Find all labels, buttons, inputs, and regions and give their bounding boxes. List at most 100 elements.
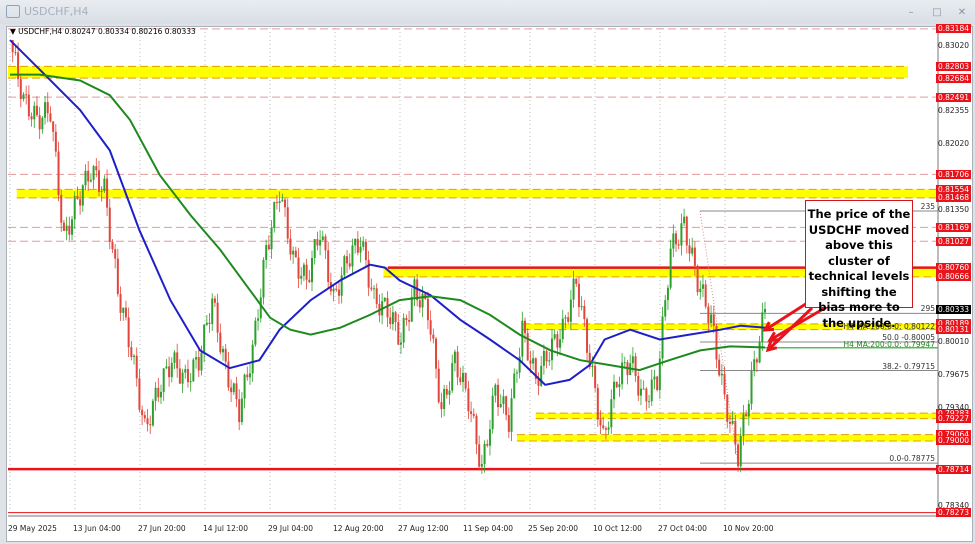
ohlc-readout: USDCHF,H4 0.80247 0.80334 0.80216 0.8033… (18, 27, 196, 36)
candle (745, 414, 747, 416)
candle (481, 464, 483, 467)
candle (44, 102, 46, 118)
candle (192, 360, 194, 382)
candle (227, 362, 229, 388)
candle (68, 226, 70, 235)
candle (74, 196, 76, 219)
candle (753, 359, 755, 371)
candle (130, 347, 132, 357)
candle (400, 342, 402, 344)
candle (729, 422, 731, 424)
candle (751, 371, 753, 404)
price-tick-label: 0.80010 (936, 337, 971, 346)
candle (494, 385, 496, 396)
candle (707, 307, 709, 323)
price-level-label: 0.80131 (936, 325, 971, 334)
candle (125, 308, 127, 318)
price-level-label: 0.79000 (936, 436, 971, 445)
candle (734, 421, 736, 445)
candle (49, 113, 51, 121)
candle (295, 251, 297, 258)
candle (171, 363, 173, 377)
candle (41, 118, 43, 130)
time-tick-label: 10 Oct 12:00 (593, 524, 642, 533)
candle (521, 321, 523, 357)
candle (387, 298, 389, 317)
candle (120, 294, 122, 313)
candle (683, 217, 685, 224)
candle (357, 239, 359, 253)
candle (246, 375, 248, 378)
candle (268, 245, 270, 249)
candle (319, 240, 321, 246)
candle (292, 251, 294, 255)
candle (583, 306, 585, 319)
candle (36, 106, 38, 115)
candle (14, 52, 16, 53)
candle (702, 284, 704, 288)
candle (392, 312, 394, 324)
candle (173, 352, 175, 363)
candle (686, 217, 688, 246)
candle (405, 318, 407, 320)
candle (106, 179, 108, 208)
time-tick-label: 10 Nov 20:00 (723, 524, 774, 533)
candle (333, 289, 335, 291)
candle (327, 250, 329, 282)
candle (465, 373, 467, 388)
candle (740, 436, 742, 466)
annotation-box: The price of the USDCHF moved above this… (805, 200, 913, 308)
fibonacci-label: 38.2- 0.79715 (882, 362, 935, 371)
candle (694, 248, 696, 266)
candle (624, 362, 626, 363)
candle (262, 260, 264, 298)
candle (22, 94, 24, 99)
candle (25, 94, 27, 95)
candle (136, 356, 138, 379)
candle (271, 228, 273, 249)
candle (254, 321, 256, 345)
price-level-label: 0.82803 (936, 62, 971, 71)
candle (562, 319, 564, 340)
candle (101, 191, 103, 192)
candle (360, 247, 362, 253)
candle (141, 410, 143, 415)
candle (354, 239, 356, 246)
candle (157, 388, 159, 397)
candle (76, 196, 78, 199)
price-level-label: 0.82684 (936, 74, 971, 83)
candle (645, 389, 647, 402)
candle (351, 245, 353, 266)
candle (298, 257, 300, 278)
candle (362, 242, 364, 247)
candle (335, 289, 337, 290)
candle (109, 208, 111, 242)
candle (182, 373, 184, 384)
candle (742, 414, 744, 436)
time-tick-label: 29 May 2025 (8, 524, 57, 533)
candle (591, 366, 593, 367)
candle (427, 299, 429, 320)
candle (697, 266, 699, 292)
candle (403, 318, 405, 342)
candle (265, 245, 267, 260)
candle (176, 352, 178, 368)
candle (308, 280, 310, 282)
candle (764, 309, 766, 312)
candle (408, 320, 410, 322)
candle (31, 116, 33, 119)
candle (244, 375, 246, 399)
price-tick-label: 0.83020 (936, 41, 971, 50)
candle (581, 306, 583, 307)
candle (699, 289, 701, 292)
candle (748, 404, 750, 417)
candle (710, 314, 712, 323)
candle (508, 415, 510, 432)
candle (163, 368, 165, 392)
candle (586, 319, 588, 353)
candle (718, 360, 720, 376)
candle (28, 95, 30, 117)
candle (489, 429, 491, 445)
candle (346, 256, 348, 263)
symbol-info-line: ▼ USDCHF,H4 0.80247 0.80334 0.80216 0.80… (10, 27, 196, 36)
